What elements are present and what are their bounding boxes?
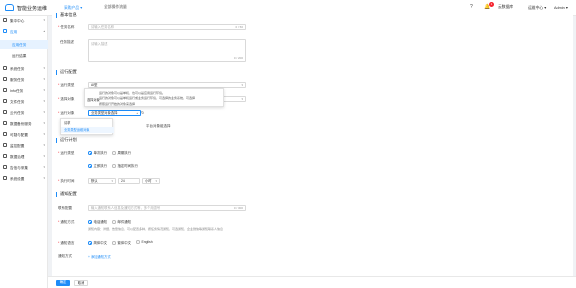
- target-dropdown: 请求 业务类型运维对象: [60, 118, 114, 135]
- system-icon: [3, 66, 7, 70]
- tooltip-line: 按照运行开始的对象来选择: [99, 101, 136, 106]
- radio-phone[interactable]: 电话通知: [88, 219, 107, 224]
- tooltip-line: 运行的对象可以是单机运行或业务运行环境，可选择的业务系统，可选择: [99, 96, 196, 100]
- tooltip-label: 选择对象: [87, 98, 100, 102]
- hour-input[interactable]: 24: [118, 178, 140, 184]
- target-label: *运行对象: [58, 111, 75, 115]
- nav-traffic[interactable]: 全部操作流量: [104, 5, 127, 10]
- select-object-label: *选择对象: [58, 97, 75, 101]
- cloud-logo-icon: [5, 4, 14, 11]
- run-type-label: *运行类型: [58, 83, 75, 87]
- section-basic-title: 基本信息: [56, 12, 77, 18]
- monitor-icon: [3, 143, 7, 147]
- app-icon: [3, 29, 7, 33]
- add-notify-link[interactable]: + 添加通知方式: [88, 254, 111, 259]
- header-link-db[interactable]: 云数据库: [498, 5, 513, 10]
- chevron-down-icon: ▾: [241, 83, 243, 87]
- sidebar-item-proxy[interactable]: 云代任务 ▾: [0, 108, 48, 117]
- file-icon: [3, 99, 7, 103]
- nav-products[interactable]: 采购产品 ▾: [64, 5, 82, 11]
- radio-scheduled[interactable]: 指定时间执行: [112, 163, 138, 168]
- sidebar-item-file[interactable]: 文件任务 ▾: [0, 97, 48, 106]
- schedule-type-label: *运行类型: [58, 151, 75, 155]
- database-icon: [3, 121, 7, 125]
- target-select[interactable]: 业务类型对象选择 ▴: [88, 110, 141, 116]
- gear-icon: [3, 176, 7, 180]
- notify-contact-label: 联系配置: [58, 206, 72, 210]
- unit-select[interactable]: 小时 ▾: [142, 178, 160, 184]
- settings-icon: [3, 132, 7, 136]
- governance-icon: [3, 154, 7, 158]
- alert-icon: [3, 165, 7, 169]
- sidebar-item-settings[interactable]: 系统设置 ▾: [0, 174, 48, 183]
- radio-en[interactable]: English: [136, 240, 153, 244]
- notify-method-label: *通知方式: [58, 220, 75, 224]
- target-suffix: 平台对象组选择: [146, 124, 171, 128]
- sidebar-item-config[interactable]: 可疑与配置 ▾: [0, 130, 48, 139]
- dropdown-option-selected[interactable]: 业务类型运维对象: [61, 127, 114, 133]
- sidebar-sub-result[interactable]: 运行结果: [0, 51, 48, 60]
- sidebar-item-backup[interactable]: 数据备份服务 ▾: [0, 119, 48, 128]
- radio-now[interactable]: 立即执行: [88, 163, 107, 168]
- refresh-icon[interactable]: ↻: [141, 110, 144, 115]
- sidebar-item-center[interactable]: 集中中心 ▾: [0, 16, 48, 25]
- grid-icon: [3, 18, 7, 22]
- sidebar-sub-app-task[interactable]: 应用任务: [0, 40, 48, 49]
- chevron-up-icon: ▴: [136, 111, 138, 115]
- section-exec-title: 运行配置: [56, 69, 77, 75]
- radio-zh-cn[interactable]: 简体中文: [88, 240, 107, 245]
- footer-bar: 确定 取消: [48, 276, 576, 288]
- dropdown-option[interactable]: 请求: [61, 120, 114, 126]
- task-desc-textarea[interactable]: 请输入描述 0 / 200: [88, 39, 246, 62]
- info-icon: [3, 88, 7, 92]
- tooltip-line: 运行的对象可以是单机、也可以是应用运行环境。: [99, 90, 166, 95]
- notify-method-hint: 通知内容：详细、告警信息、可以配置多种、按任务情况通知，可选通知、企业微信等通知…: [88, 227, 224, 231]
- time-select[interactable]: 默认 ▾: [88, 178, 116, 184]
- cancel-button[interactable]: 取消: [74, 280, 88, 286]
- notify-add-label: 通知方式: [58, 254, 72, 258]
- name-label: *任务名称: [58, 25, 75, 29]
- chevron-down-icon: ▾: [241, 97, 243, 101]
- sidebar-item-system[interactable]: 系统任务 ▾: [0, 64, 48, 73]
- section-schedule-title: 运行计划: [56, 137, 77, 143]
- desc-label: 任务描述: [60, 40, 74, 44]
- main-content: 基本信息 *任务名称 请输入任务名称 0 / 50 任务描述 请输入描述 0 / 2…: [52, 12, 573, 280]
- sidebar-item-governance[interactable]: 数据治理 ▾: [0, 152, 48, 161]
- object-tooltip: 选择对象 运行的对象可以是单机、也可以是应用运行环境。 运行的对象可以是单机运行…: [84, 88, 224, 107]
- notify-contact-input[interactable]: 输入通知联系人信息及通知方式等，多个用逗号 0 / 300: [88, 205, 246, 211]
- sidebar-item-app[interactable]: 应用 ▴: [0, 27, 48, 36]
- notify-lang-label: *通知语言: [58, 241, 75, 245]
- sidebar-item-alert[interactable]: 告信与采集 ▾: [0, 163, 48, 172]
- service-icon: [3, 77, 7, 81]
- header-link-center[interactable]: 运维中心 ▾: [528, 5, 546, 11]
- cloud-icon: [3, 110, 7, 114]
- radio-single[interactable]: 单次执行: [88, 150, 107, 155]
- section-notify-title: 通知配置: [56, 191, 77, 197]
- task-name-input[interactable]: 请输入任务名称 0 / 50: [88, 24, 246, 30]
- radio-email[interactable]: 邮件通知: [112, 219, 131, 224]
- help-icon[interactable]: ?: [470, 4, 473, 10]
- sidebar: 集中中心 ▾ 应用 ▴ 应用任务 运行结果 系统任务 ▾ 服务任务 ▾ Info任务 ▾ …: [0, 16, 48, 288]
- notification-badge: 1: [489, 2, 494, 7]
- time-label: *执行时间: [58, 179, 75, 183]
- user-menu[interactable]: Admin ▾: [554, 5, 568, 10]
- sidebar-item-monitor[interactable]: 监控配置 ▾: [0, 141, 48, 150]
- sidebar-item-info[interactable]: Info任务 ▾: [0, 86, 48, 95]
- confirm-button[interactable]: 确定: [56, 280, 70, 286]
- radio-zh-tw[interactable]: 繁体中文: [112, 240, 131, 245]
- radio-cycle[interactable]: 周期执行: [112, 150, 131, 155]
- sidebar-item-service[interactable]: 服务任务 ▾: [0, 75, 48, 84]
- app-title: 智能业务运维: [17, 6, 48, 12]
